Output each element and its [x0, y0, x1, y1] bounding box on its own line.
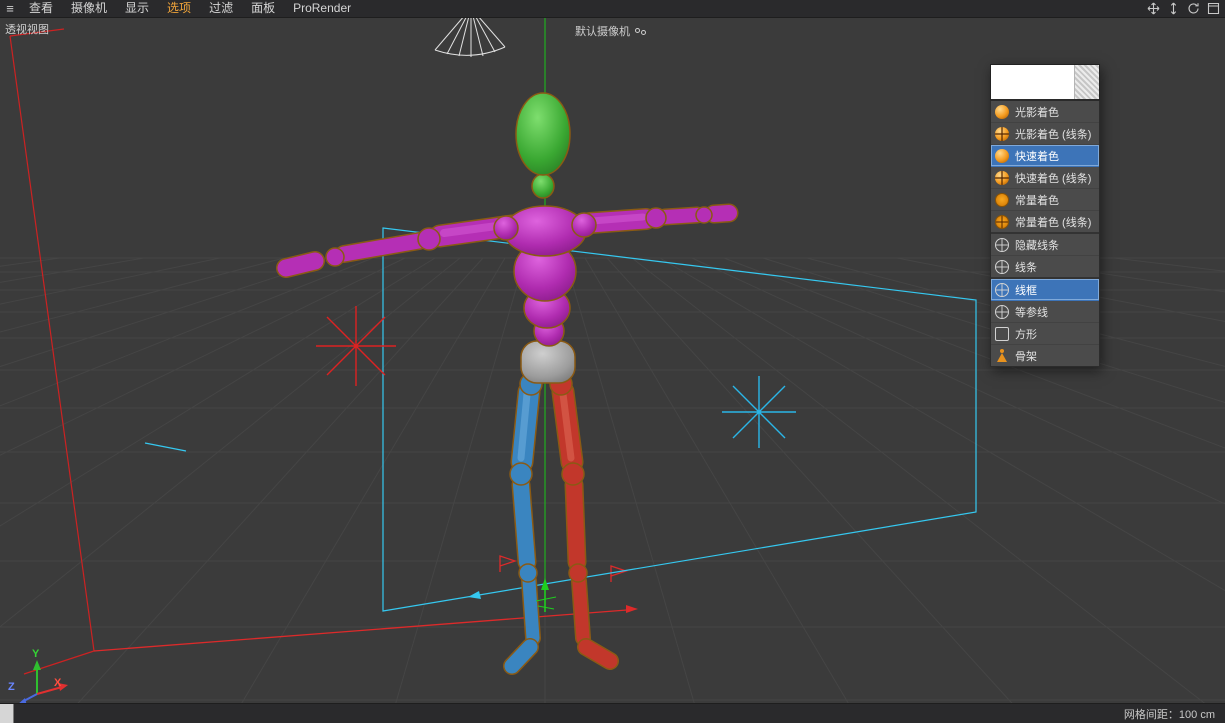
camera-icon: [635, 27, 647, 36]
shading-option-wireframe-sphere[interactable]: 线框: [991, 279, 1099, 301]
hidden-line-sphere-icon: [995, 237, 1009, 252]
constant-sphere-icon: [995, 192, 1009, 207]
menubar: ≡ 查看 摄像机 显示 选项 过滤 面板 ProRender: [0, 0, 1225, 18]
camera-label-text: 默认摄像机: [575, 26, 630, 38]
hamburger-icon[interactable]: ≡: [0, 0, 20, 17]
shading-option-shaded-sphere[interactable]: 光影着色: [991, 101, 1099, 123]
shading-option-label: 隐藏线条: [1015, 239, 1059, 252]
red-axis-line[interactable]: [93, 555, 638, 652]
shading-option-skeleton[interactable]: 骨架: [991, 345, 1099, 366]
maximize-icon[interactable]: [1207, 2, 1220, 15]
shading-option-label: 光影着色: [1015, 106, 1059, 119]
shading-option-label: 光影着色 (线条): [1015, 128, 1092, 141]
status-bar: 网格间距：100 cm: [0, 703, 1225, 723]
camera-label[interactable]: 默认摄像机: [575, 23, 647, 39]
shading-option-label: 常量着色: [1015, 194, 1059, 207]
world-axis-gizmo: Y X Z: [8, 648, 68, 706]
axis-y-label: Y: [32, 648, 40, 660]
axis-z-label: Z: [8, 681, 15, 693]
quick-sphere-icon: [995, 148, 1009, 163]
orbit-icon[interactable]: [1187, 2, 1200, 15]
menubar-item-1[interactable]: 查看: [20, 0, 62, 17]
shading-option-quick-sphere[interactable]: 快速着色: [991, 145, 1099, 167]
viewport-nav-icons: [1147, 2, 1225, 15]
shading-option-label: 快速着色: [1015, 150, 1059, 163]
cyan-light-gizmo[interactable]: [722, 376, 796, 448]
isoparm-sphere-icon: [995, 304, 1009, 319]
view-label[interactable]: 透视视图: [5, 21, 49, 37]
shaded-sphere-lines-icon: [995, 126, 1009, 141]
shading-option-constant-sphere-lines[interactable]: 常量着色 (线条): [991, 211, 1099, 234]
red-light-gizmo[interactable]: [316, 306, 396, 386]
axis-x-label: X: [54, 677, 62, 689]
shading-option-shaded-sphere-lines[interactable]: 光影着色 (线条): [991, 123, 1099, 145]
menubar-item-5[interactable]: 过滤: [200, 0, 242, 17]
shading-option-label: 常量着色 (线条): [1015, 216, 1092, 229]
texture-thumb-icon: [1074, 65, 1099, 99]
menubar-item-7[interactable]: ProRender: [284, 0, 360, 17]
shading-option-label: 线条: [1015, 261, 1037, 274]
dropdown-preview[interactable]: [990, 64, 1100, 101]
shading-option-label: 方形: [1015, 328, 1037, 341]
shading-dropdown: 光影着色光影着色 (线条) 快速着色快速着色 (线条) 常量着色常量着色 (线条) 隐…: [990, 64, 1100, 367]
shading-option-box[interactable]: 方形: [991, 323, 1099, 345]
quick-sphere-lines-icon: [995, 170, 1009, 185]
shading-option-isoparm-sphere[interactable]: 等参线: [991, 301, 1099, 323]
shading-option-quick-sphere-lines[interactable]: 快速着色 (线条): [991, 167, 1099, 189]
shading-option-line-sphere[interactable]: 线条: [991, 256, 1099, 279]
corner-handle[interactable]: [0, 704, 14, 723]
shaded-sphere-icon: [995, 104, 1009, 119]
shading-options-list: 光影着色光影着色 (线条) 快速着色快速着色 (线条) 常量着色常量着色 (线条) 隐…: [990, 101, 1100, 367]
menubar-item-2[interactable]: 摄像机: [62, 0, 116, 17]
shading-option-label: 快速着色 (线条): [1015, 172, 1092, 185]
line-sphere-icon: [995, 259, 1009, 274]
pan-icon[interactable]: [1147, 2, 1160, 15]
box-icon: [995, 326, 1009, 341]
menubar-items: 查看 摄像机 显示 选项 过滤 面板 ProRender: [20, 0, 360, 17]
red-frame[interactable]: [9, 28, 95, 675]
menubar-item-3[interactable]: 显示: [116, 0, 158, 17]
shading-option-constant-sphere[interactable]: 常量着色: [991, 189, 1099, 211]
skeleton-icon: [995, 348, 1009, 363]
grid-spacing-label: 网格间距：100 cm: [1123, 708, 1215, 721]
shading-option-label: 线框: [1015, 284, 1037, 297]
menubar-item-4[interactable]: 选项: [158, 0, 200, 17]
wireframe-sphere-icon: [995, 282, 1009, 297]
dolly-icon[interactable]: [1167, 2, 1180, 15]
constant-sphere-lines-icon: [995, 214, 1009, 229]
mannequin-figure[interactable]: [276, 92, 739, 675]
shading-option-label: 骨架: [1015, 350, 1037, 363]
shading-option-label: 等参线: [1015, 306, 1048, 319]
menubar-item-6[interactable]: 面板: [242, 0, 284, 17]
shading-option-hidden-line-sphere[interactable]: 隐藏线条: [991, 234, 1099, 256]
